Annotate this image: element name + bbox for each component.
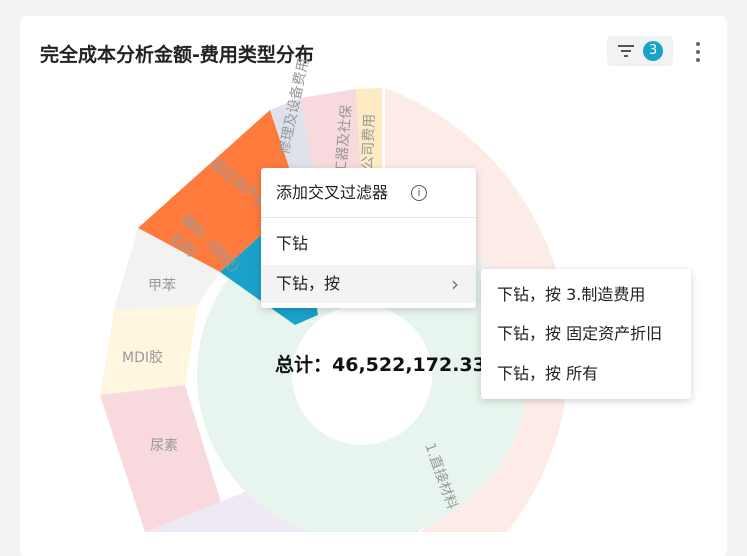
- label-other: 公司费用: [360, 114, 378, 171]
- drill-by-submenu: 下钻，按 3.制造费用 下钻，按 固定资产折旧 下钻，按 所有: [481, 269, 691, 399]
- submenu-item-fixed-asset[interactable]: 下钻，按 固定资产折旧: [497, 315, 662, 353]
- total-label: 总计：46,522,172.33: [275, 354, 486, 376]
- submenu-item-manufacturing-cost[interactable]: 下钻，按 3.制造费用: [497, 276, 645, 314]
- context-menu: 添加交叉过滤器 i 下钻 下钻，按 ›: [261, 168, 476, 308]
- label-toluene: 甲苯: [148, 277, 176, 294]
- menu-drill-by[interactable]: 下钻，按 ›: [261, 265, 476, 303]
- chevron-right-icon: ›: [451, 272, 459, 296]
- label-urea: 尿素: [150, 438, 178, 454]
- menu-divider: [261, 217, 476, 218]
- submenu-item-all[interactable]: 下钻，按 所有: [497, 355, 598, 393]
- menu-add-cross-filter[interactable]: 添加交叉过滤器 i: [261, 174, 476, 212]
- menu-drill-down[interactable]: 下钻: [261, 225, 476, 263]
- label-mdi: MDI胶: [122, 349, 163, 366]
- info-icon: i: [411, 185, 427, 201]
